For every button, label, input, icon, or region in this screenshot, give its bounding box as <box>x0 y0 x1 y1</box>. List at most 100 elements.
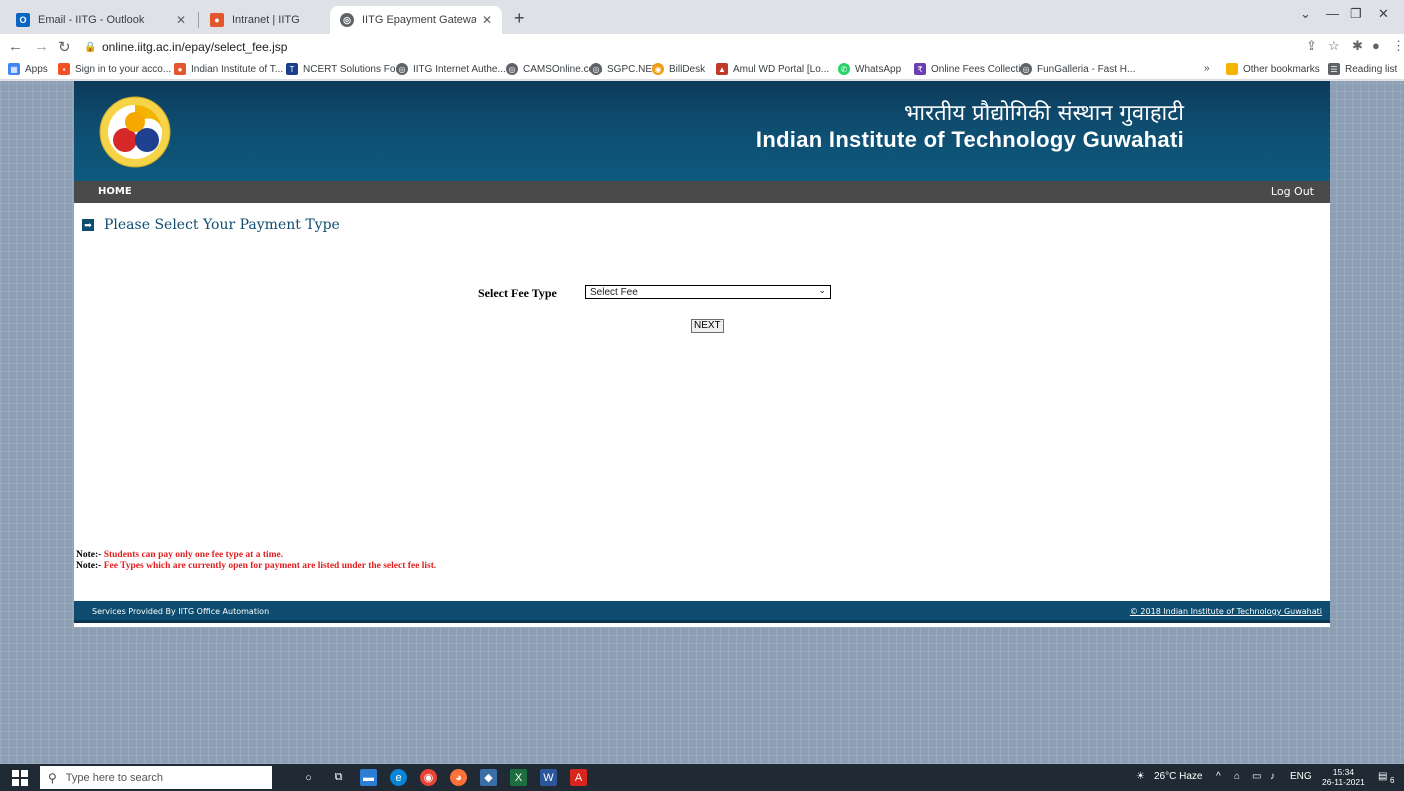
tab-outlook[interactable]: O Email - IITG - Outlook ✕ <box>6 6 196 34</box>
windows-start-icon[interactable] <box>12 770 28 786</box>
file-explorer-icon[interactable]: ▬ <box>360 769 377 786</box>
fee-type-select[interactable]: Select Fee ⌄ <box>585 285 831 299</box>
bookmark-apps[interactable]: ▦ Apps <box>8 63 48 75</box>
ncert-icon: T <box>286 63 298 75</box>
bookmark-item[interactable]: ● Indian Institute of T... <box>174 63 283 75</box>
new-tab-icon[interactable]: + <box>514 8 525 29</box>
menu-dots-icon[interactable]: ⋮ <box>1392 38 1404 54</box>
weather-icon[interactable]: ☀ <box>1136 771 1145 782</box>
globe-icon: ◎ <box>1020 63 1032 75</box>
note-line: Note:- Fee Types which are currently ope… <box>76 561 436 572</box>
note-key: Note:- <box>76 550 102 560</box>
bookmark-label: Apps <box>25 63 48 75</box>
minimize-icon[interactable]: — <box>1326 6 1339 21</box>
page-heading: ➡ Please Select Your Payment Type <box>82 217 340 233</box>
bookmark-label: Amul WD Portal [Lo... <box>733 63 830 75</box>
app-icon[interactable]: ◆ <box>480 769 497 786</box>
volume-icon[interactable]: ♪ <box>1270 771 1275 782</box>
reload-icon[interactable]: ↻ <box>58 38 71 56</box>
tray-overflow-icon[interactable]: ^ <box>1216 771 1221 782</box>
clock-time: 15:34 <box>1332 767 1355 777</box>
lock-icon: 🔒 <box>84 41 97 53</box>
forward-icon[interactable]: → <box>34 38 49 55</box>
menu-bar: HOME Log Out <box>74 181 1330 203</box>
bookmark-item[interactable]: ◎ IITG Internet Authe... <box>396 63 506 75</box>
close-icon[interactable]: ✕ <box>482 13 492 27</box>
firefox-icon[interactable]: ◕ <box>450 769 467 786</box>
extensions-icon[interactable]: ✱ <box>1352 38 1363 54</box>
outlook-icon: O <box>16 13 30 27</box>
chrome-icon[interactable]: ◉ <box>420 769 437 786</box>
clock-date: 26-11-2021 <box>1322 777 1365 787</box>
acrobat-icon[interactable]: A <box>570 769 587 786</box>
iitg-logo <box>99 96 171 168</box>
star-icon[interactable]: ☆ <box>1328 38 1340 54</box>
cortana-icon[interactable]: ○ <box>300 769 317 786</box>
bookmark-item[interactable]: ◎ SGPC.NET <box>590 63 658 75</box>
bookmark-item[interactable]: ₹ Online Fees Collecti... <box>914 63 1029 75</box>
bookmark-label: Online Fees Collecti... <box>931 63 1029 75</box>
notes-section: Note:- Students can pay only one fee typ… <box>76 550 436 572</box>
display-icon[interactable]: ▭ <box>1252 771 1261 782</box>
windows-taskbar: ⚲ Type here to search ○ ⧉ ▬ e ◉ ◕ ◆ X W … <box>0 764 1404 791</box>
bookmark-label: IITG Internet Authe... <box>413 63 506 75</box>
profile-icon[interactable]: ● <box>1372 38 1380 53</box>
language-indicator[interactable]: ENG <box>1290 771 1312 782</box>
bookmark-label: SGPC.NET <box>607 63 659 75</box>
home-link[interactable]: HOME <box>98 186 132 197</box>
bookmark-label: FunGalleria - Fast H... <box>1037 63 1136 75</box>
clock[interactable]: 15:34 26-11-2021 <box>1322 767 1365 787</box>
fees-icon: ₹ <box>914 63 926 75</box>
close-icon[interactable]: ✕ <box>176 13 186 27</box>
chevron-down-icon[interactable]: ⌄ <box>1300 6 1311 22</box>
institute-name-english: Indian Institute of Technology Guwahati <box>755 127 1184 152</box>
fee-type-selected-value: Select Fee <box>590 286 638 298</box>
bookmark-item[interactable]: ◉ BillDesk <box>652 63 705 75</box>
address-bar[interactable]: 🔒 online.iitg.ac.in/epay/select_fee.jsp <box>84 36 287 58</box>
page-viewport: भारतीय प्रौद्योगिकी संस्थान गुवाहाटी Ind… <box>0 81 1404 764</box>
restore-icon[interactable]: ❐ <box>1350 6 1362 22</box>
bookmark-label: Reading list <box>1345 63 1398 75</box>
edge-icon[interactable]: e <box>390 769 407 786</box>
back-icon[interactable]: ← <box>8 38 23 55</box>
network-icon[interactable]: ⌂ <box>1234 771 1240 782</box>
next-button[interactable]: NEXT <box>691 319 724 333</box>
whatsapp-icon: ✆ <box>838 63 850 75</box>
other-bookmarks[interactable]: Other bookmarks <box>1226 63 1320 75</box>
bookmark-label: Other bookmarks <box>1243 63 1320 75</box>
search-placeholder: Type here to search <box>65 771 164 784</box>
share-icon[interactable]: ⇪ <box>1306 38 1317 54</box>
bookmark-item[interactable]: ✆ WhatsApp <box>838 63 901 75</box>
word-icon[interactable]: W <box>540 769 557 786</box>
weather-text[interactable]: 26°C Haze <box>1154 771 1202 782</box>
header-banner: भारतीय प्रौद्योगिकी संस्थान गुवाहाटी Ind… <box>74 81 1330 181</box>
bookmark-item[interactable]: ◎ FunGalleria - Fast H... <box>1020 63 1135 75</box>
microsoft-icon: ▪ <box>58 63 70 75</box>
taskbar-search[interactable]: ⚲ Type here to search <box>40 766 272 789</box>
bookmark-item[interactable]: ◎ CAMSOnline.com <box>506 63 602 75</box>
tab-label: Intranet | IITG <box>232 14 300 26</box>
tab-label: Email - IITG - Outlook <box>38 14 145 26</box>
globe-icon: ◎ <box>506 63 518 75</box>
more-bookmarks-icon[interactable]: » <box>1204 63 1210 74</box>
close-window-icon[interactable]: ✕ <box>1378 6 1389 22</box>
globe-icon: ◎ <box>396 63 408 75</box>
logout-link[interactable]: Log Out <box>1271 185 1314 198</box>
iitg-icon: ● <box>174 63 186 75</box>
billdesk-icon: ◉ <box>652 63 664 75</box>
note-text: Students can pay only one fee type at a … <box>101 550 284 560</box>
notification-icon[interactable]: ▤ <box>1378 771 1387 782</box>
iitg-icon: ● <box>210 13 224 27</box>
bookmark-item[interactable]: T NCERT Solutions Fo... <box>286 63 404 75</box>
note-key: Note:- <box>76 561 102 571</box>
tab-epayment[interactable]: ◎ IITG Epayment Gateway ✕ <box>330 6 502 34</box>
reading-list[interactable]: ☰ Reading list <box>1328 63 1397 75</box>
footer-copyright-link[interactable]: © 2018 Indian Institute of Technology Gu… <box>1130 607 1322 616</box>
bookmark-item[interactable]: ▪ Sign in to your acco... <box>58 63 171 75</box>
search-icon: ⚲ <box>48 770 57 785</box>
bookmark-item[interactable]: ▲ Amul WD Portal [Lo... <box>716 63 829 75</box>
chevron-down-icon: ⌄ <box>818 285 826 295</box>
task-view-icon[interactable]: ⧉ <box>330 769 347 786</box>
fee-type-label: Select Fee Type <box>478 286 557 300</box>
excel-icon[interactable]: X <box>510 769 527 786</box>
